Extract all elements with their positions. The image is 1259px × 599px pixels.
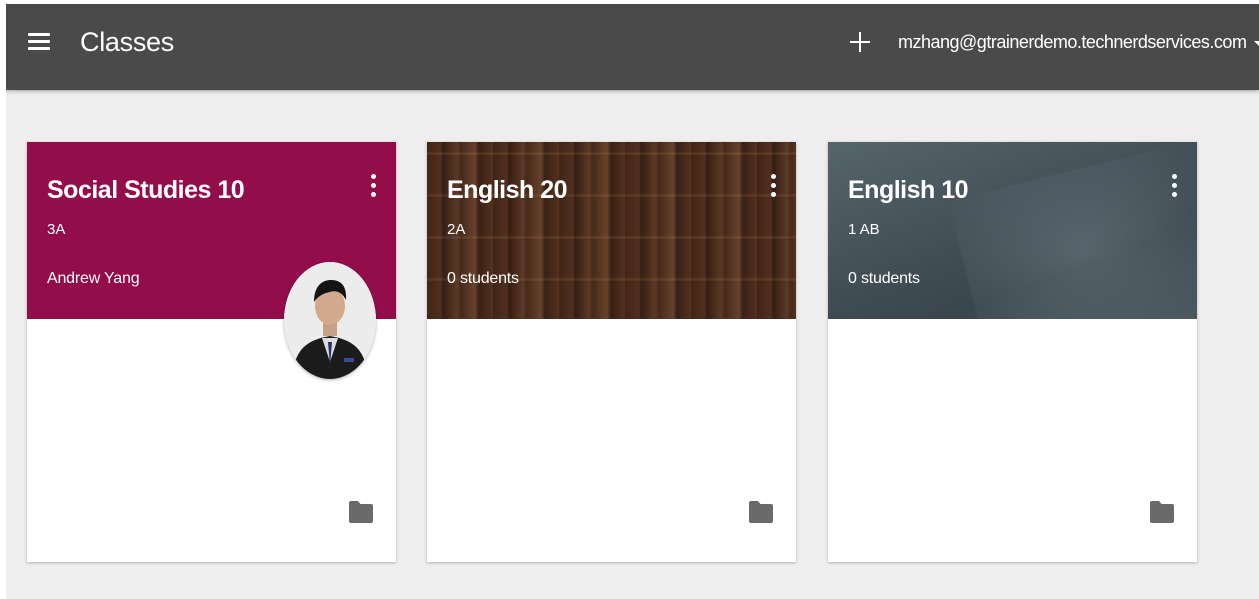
more-vert-icon[interactable] (371, 174, 377, 198)
menu-icon[interactable] (28, 33, 50, 51)
class-title[interactable]: English 10 (848, 174, 969, 206)
class-title[interactable]: English 20 (447, 174, 568, 206)
account-menu[interactable]: mzhang@gtrainerdemo.technerdservices.com (898, 28, 1259, 56)
more-vert-icon[interactable] (1172, 174, 1178, 198)
top-app-bar: Classes mzhang@gtrainerdemo.technerdserv… (6, 4, 1259, 90)
student-count: 0 students (447, 270, 519, 287)
class-section: 3A (47, 221, 66, 238)
class-section: 2A (447, 221, 466, 238)
folder-icon[interactable] (348, 500, 374, 524)
class-card-english-20[interactable]: English 20 2A 0 students (427, 142, 796, 562)
chevron-down-icon (1254, 40, 1259, 46)
account-email: mzhang@gtrainerdemo.technerdservices.com (898, 31, 1247, 52)
avatar (284, 262, 376, 379)
class-card-english-10[interactable]: English 10 1 AB 0 students (828, 142, 1197, 562)
class-card-header: English 20 2A 0 students (427, 142, 796, 319)
add-icon[interactable] (849, 31, 871, 53)
class-card-header: English 10 1 AB 0 students (828, 142, 1197, 319)
app-frame: Classes mzhang@gtrainerdemo.technerdserv… (6, 4, 1259, 599)
folder-icon[interactable] (1149, 500, 1175, 524)
student-count: 0 students (848, 270, 920, 287)
page-title: Classes (80, 27, 174, 57)
class-title[interactable]: Social Studies 10 (47, 174, 245, 206)
class-section: 1 AB (848, 221, 880, 238)
more-vert-icon[interactable] (771, 174, 777, 198)
teacher-photo (284, 262, 376, 379)
class-teacher: Andrew Yang (47, 270, 140, 287)
class-card-social-studies-10[interactable]: Social Studies 10 3A Andrew Yang (27, 142, 396, 562)
folder-icon[interactable] (748, 500, 774, 524)
